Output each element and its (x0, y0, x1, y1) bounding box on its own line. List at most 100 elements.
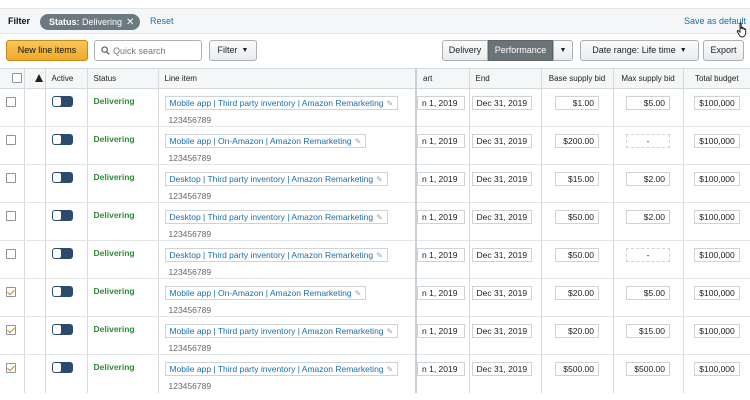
pencil-icon[interactable]: ✎ (376, 213, 383, 222)
line-item-link[interactable]: Desktop | Third party inventory | Amazon… (164, 210, 388, 224)
end-date-field[interactable]: Dec 31, 2019 (471, 286, 532, 300)
view-dropdown-button[interactable]: ▼ (553, 40, 573, 61)
pencil-icon[interactable]: ✎ (387, 327, 394, 336)
base-bid-field[interactable]: $50.00 (555, 248, 599, 262)
export-button[interactable]: Export (703, 40, 744, 61)
active-toggle[interactable] (51, 286, 73, 297)
end-date-field[interactable]: Dec 31, 2019 (471, 96, 532, 110)
active-toggle[interactable] (51, 172, 73, 183)
active-toggle[interactable] (51, 362, 73, 373)
max-bid-field[interactable]: - (626, 248, 670, 262)
total-budget-field[interactable]: $100,000 (693, 324, 740, 338)
max-bid-field[interactable]: $2.00 (626, 210, 670, 224)
start-date-field[interactable]: n 1, 2019 (417, 134, 465, 148)
total-budget-field[interactable]: $100,000 (693, 362, 740, 376)
reset-link[interactable]: Reset (150, 16, 174, 26)
row-checkbox[interactable] (6, 135, 16, 145)
table-row[interactable]: Delivering Mobile app | On-Amazon | Amazo… (0, 278, 750, 317)
new-line-items-button[interactable]: New line items (6, 40, 88, 61)
status-filter-chip[interactable]: Status: Delivering ✕ (40, 14, 141, 31)
start-date-field[interactable]: n 1, 2019 (417, 286, 465, 300)
pencil-icon[interactable]: ✎ (355, 137, 362, 146)
line-item-link[interactable]: Desktop | Third party inventory | Amazon… (164, 172, 388, 186)
base-bid-field[interactable]: $200.00 (555, 134, 599, 148)
total-budget-field[interactable]: $100,000 (693, 286, 740, 300)
max-bid-field[interactable]: $15.00 (626, 324, 670, 338)
row-checkbox[interactable] (6, 363, 16, 373)
line-item-link[interactable]: Mobile app | On-Amazon | Amazon Remarket… (164, 286, 367, 300)
row-checkbox[interactable] (6, 287, 16, 297)
end-date-field[interactable]: Dec 31, 2019 (471, 248, 532, 262)
pencil-icon[interactable]: ✎ (376, 251, 383, 260)
line-item-link[interactable]: Mobile app | Third party inventory | Ama… (164, 324, 399, 338)
table-row[interactable]: Delivering Desktop | Third party inventor… (0, 202, 750, 241)
max-bid-field[interactable]: $5.00 (626, 286, 670, 300)
quick-search-input[interactable] (113, 44, 199, 58)
table-row[interactable]: Delivering Mobile app | Third party inven… (0, 316, 750, 355)
active-toggle[interactable] (51, 210, 73, 221)
date-range-dropdown[interactable]: Date range: Life time ▼ (580, 40, 699, 61)
total-budget-field[interactable]: $100,000 (693, 96, 740, 110)
line-item-link[interactable]: Mobile app | Third party inventory | Ama… (164, 96, 399, 110)
start-date-field[interactable]: n 1, 2019 (417, 172, 465, 186)
base-bid-field[interactable]: $20.00 (555, 286, 599, 300)
total-budget-field[interactable]: $100,000 (693, 134, 740, 148)
max-bid-field[interactable]: - (626, 134, 670, 148)
max-bid-field[interactable]: $2.00 (626, 172, 670, 186)
pencil-icon[interactable]: ✎ (376, 175, 383, 184)
max-bid-field[interactable]: $5.00 (626, 96, 670, 110)
close-icon[interactable]: ✕ (126, 15, 134, 31)
row-checkbox[interactable] (6, 173, 16, 183)
row-checkbox[interactable] (6, 249, 16, 259)
total-budget-column-header[interactable]: Total budget (683, 68, 750, 89)
line-item-column-header[interactable]: Line item (158, 68, 417, 89)
start-date-field[interactable]: n 1, 2019 (417, 210, 465, 224)
row-checkbox[interactable] (6, 211, 16, 221)
start-date-field[interactable]: n 1, 2019 (417, 362, 465, 376)
active-toggle[interactable] (51, 248, 73, 259)
pencil-icon[interactable]: ✎ (387, 99, 394, 108)
quick-search[interactable] (94, 40, 202, 61)
table-row[interactable]: Delivering Desktop | Third party inventor… (0, 240, 750, 279)
end-column-header[interactable]: End (469, 68, 542, 89)
line-item-link[interactable]: Mobile app | On-Amazon | Amazon Remarket… (164, 134, 367, 148)
base-bid-field[interactable]: $20.00 (555, 324, 599, 338)
filter-button[interactable]: Filter ▼ (209, 40, 257, 61)
active-toggle[interactable] (51, 96, 73, 107)
base-bid-field[interactable]: $15.00 (555, 172, 599, 186)
row-checkbox[interactable] (6, 97, 16, 107)
end-date-field[interactable]: Dec 31, 2019 (471, 362, 532, 376)
start-date-field[interactable]: n 1, 2019 (417, 248, 465, 262)
table-row[interactable]: Delivering Mobile app | Third party inven… (0, 354, 750, 393)
pencil-icon[interactable]: ✎ (355, 289, 362, 298)
row-checkbox[interactable] (6, 325, 16, 335)
status-column-header[interactable]: Status (87, 68, 159, 89)
total-budget-field[interactable]: $100,000 (693, 172, 740, 186)
line-item-link[interactable]: Desktop | Third party inventory | Amazon… (164, 248, 388, 262)
base-bid-field[interactable]: $500.00 (555, 362, 599, 376)
delivery-view-button[interactable]: Delivery (442, 40, 488, 61)
active-toggle[interactable] (51, 324, 73, 335)
performance-view-button[interactable]: Performance (488, 40, 553, 61)
select-all-checkbox[interactable] (12, 73, 22, 83)
active-toggle[interactable] (51, 134, 73, 145)
active-column-header[interactable]: Active (45, 68, 88, 89)
pencil-icon[interactable]: ✎ (387, 365, 394, 374)
end-date-field[interactable]: Dec 31, 2019 (471, 210, 532, 224)
start-date-field[interactable]: n 1, 2019 (417, 324, 465, 338)
table-row[interactable]: Delivering Desktop | Third party inventor… (0, 164, 750, 203)
total-budget-field[interactable]: $100,000 (693, 248, 740, 262)
max-bid-column-header[interactable]: Max supply bid (613, 68, 684, 89)
line-item-link[interactable]: Mobile app | Third party inventory | Ama… (164, 362, 399, 376)
start-column-header[interactable]: art (416, 68, 470, 89)
base-bid-field[interactable]: $1.00 (555, 96, 599, 110)
table-row[interactable]: Delivering Mobile app | Third party inven… (0, 88, 750, 127)
end-date-field[interactable]: Dec 31, 2019 (471, 172, 532, 186)
base-bid-column-header[interactable]: Base supply bid (541, 68, 614, 89)
end-date-field[interactable]: Dec 31, 2019 (471, 134, 532, 148)
base-bid-field[interactable]: $50.00 (555, 210, 599, 224)
total-budget-field[interactable]: $100,000 (693, 210, 740, 224)
max-bid-field[interactable]: $500.00 (626, 362, 670, 376)
table-row[interactable]: Delivering Mobile app | On-Amazon | Amazo… (0, 126, 750, 165)
end-date-field[interactable]: Dec 31, 2019 (471, 324, 532, 338)
